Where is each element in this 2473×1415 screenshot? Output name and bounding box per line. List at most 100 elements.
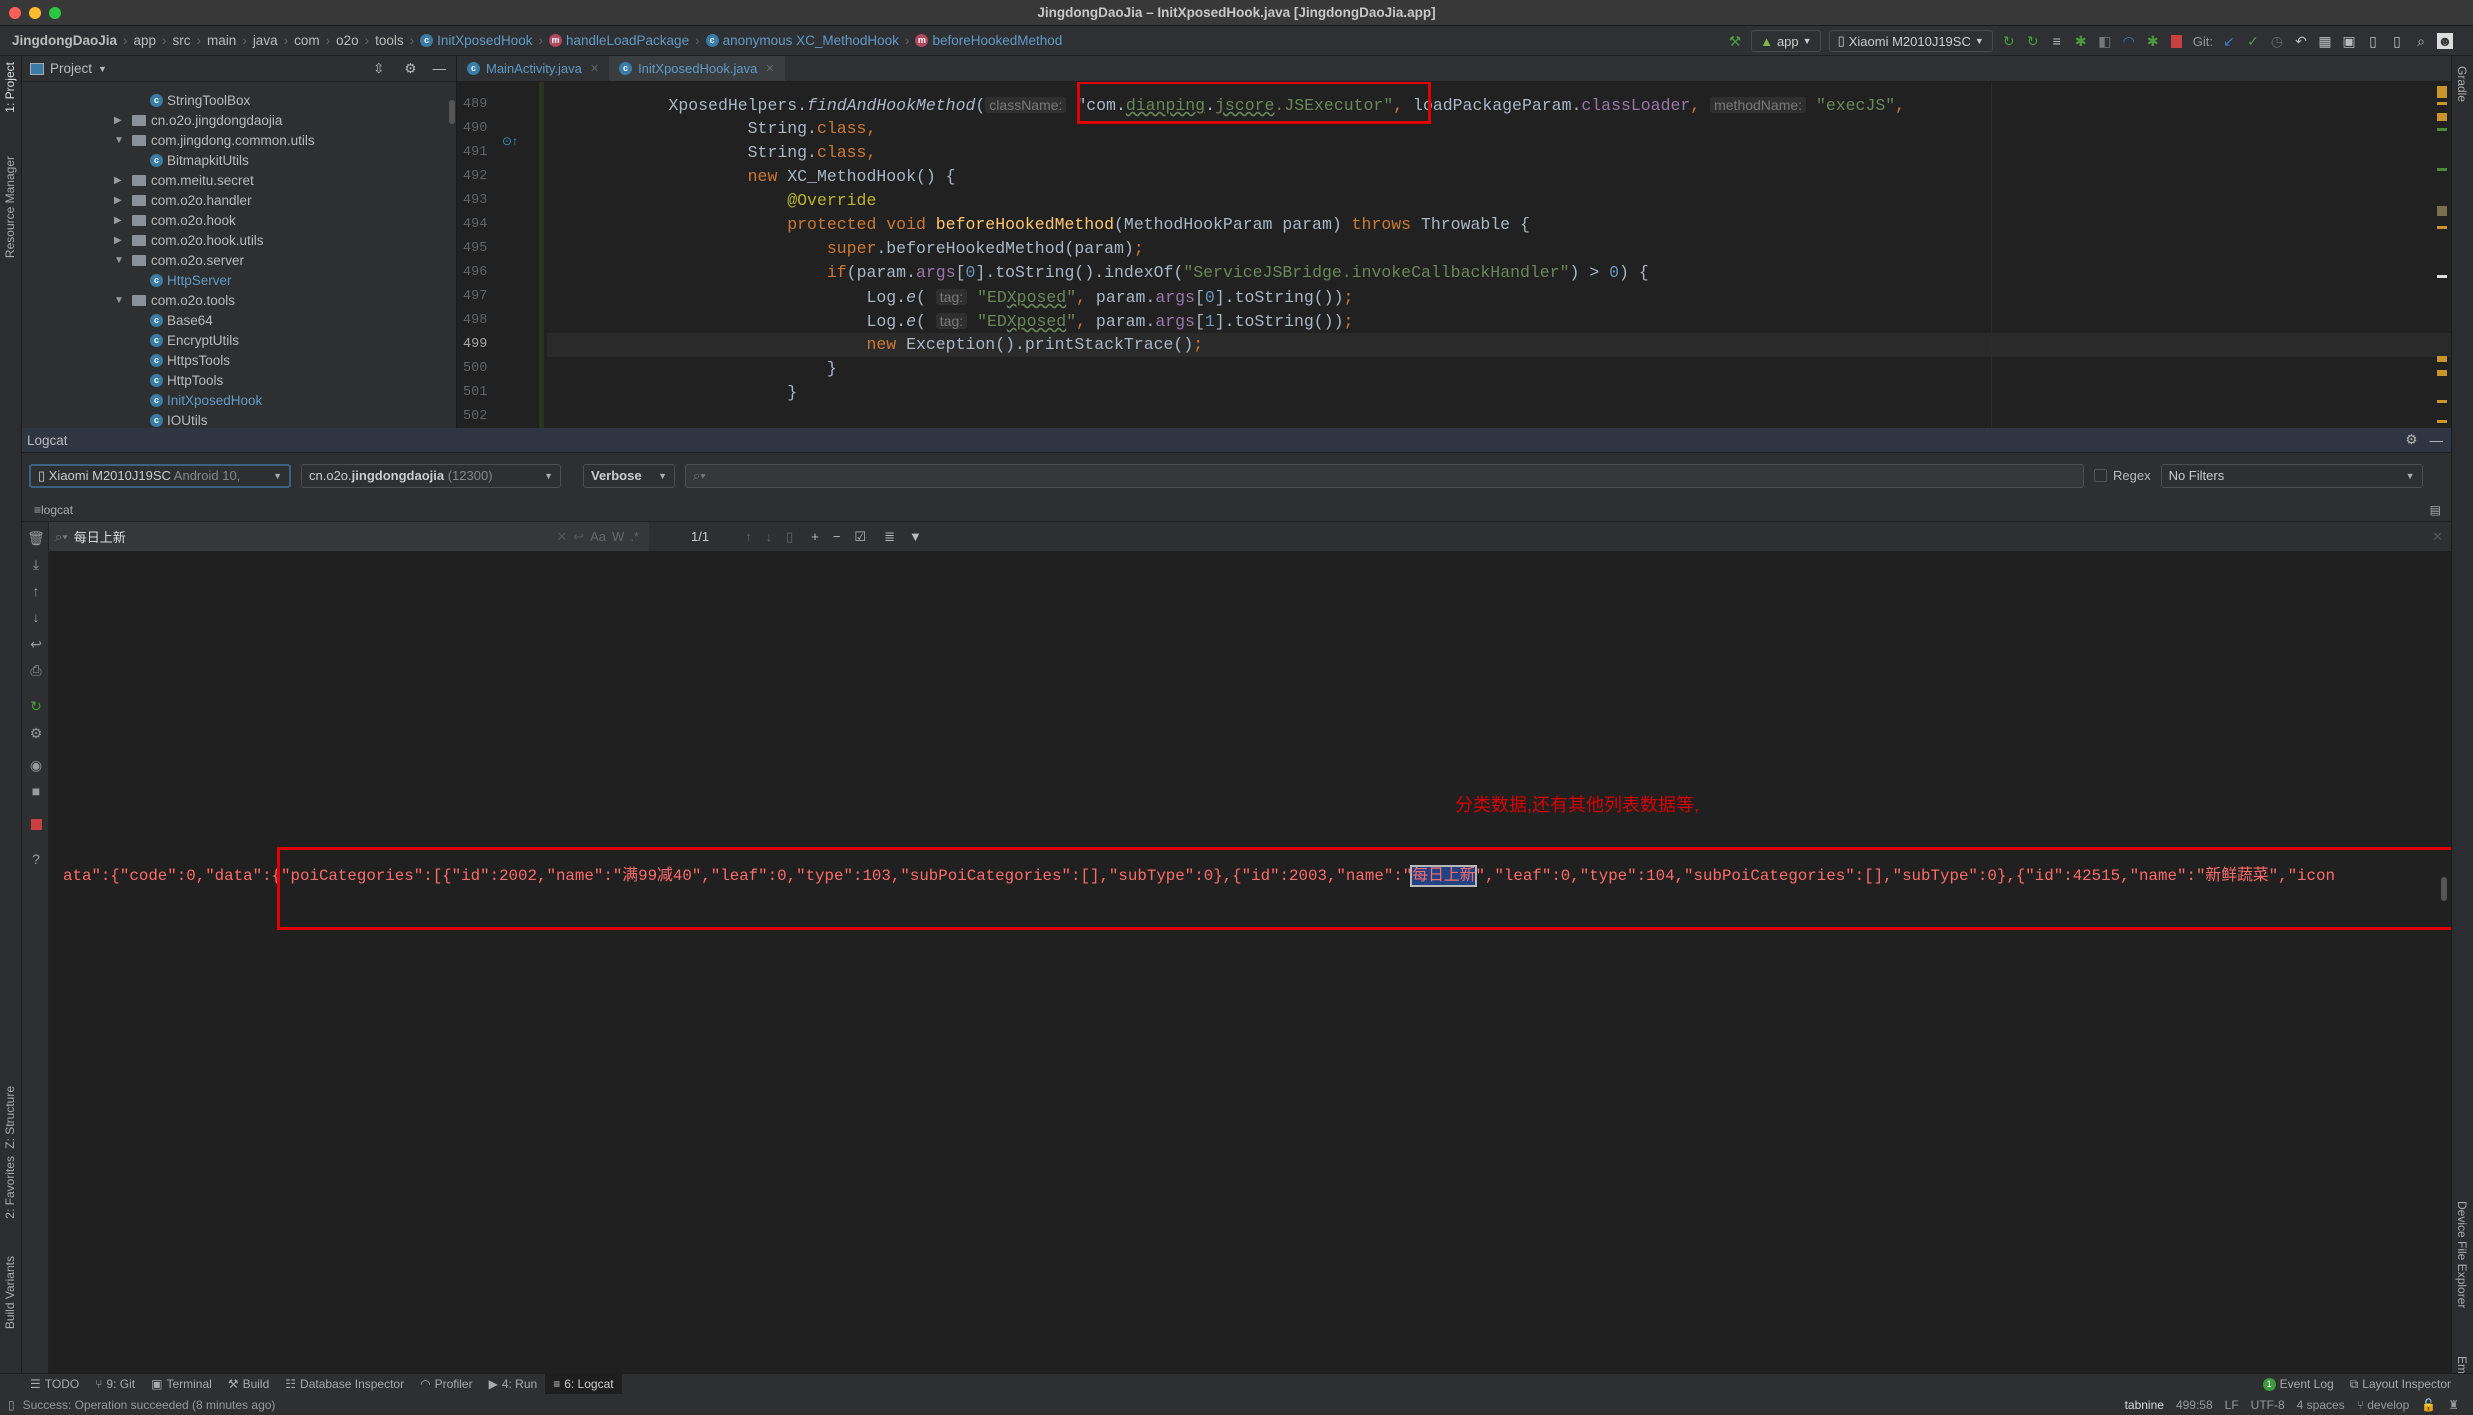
status-message[interactable]: Success: Operation succeeded (8 minutes … <box>23 1398 276 1412</box>
clear-icon[interactable]: ✕ <box>556 529 567 545</box>
next-match-icon[interactable]: ↓ <box>766 529 773 544</box>
project-tool-button[interactable]: 1: Project <box>3 62 17 113</box>
tab-mainactivity-java[interactable]: c MainActivity.java ✕ <box>457 56 609 81</box>
add-selection-icon[interactable]: + <box>811 529 819 544</box>
debug-icon[interactable]: ✱ <box>2073 33 2089 49</box>
video-icon[interactable]: ■ <box>27 782 45 800</box>
help-icon[interactable]: ? <box>27 850 45 868</box>
log-output[interactable]: 分类数据,还有其他列表数据等, ata":{"code":0,"data":{"… <box>49 551 2451 1373</box>
resource-manager-tool-button[interactable]: Resource Manager <box>3 156 17 258</box>
collapsed-arrow-icon[interactable]: ▶ <box>114 115 124 126</box>
device-file-explorer-tool-button[interactable]: Device File Explorer <box>2455 1201 2469 1308</box>
code-editor[interactable]: 489 490 491 492 493 494 495 496 497 498 499 500 501 5… <box>457 82 2451 428</box>
line-separator[interactable]: LF <box>2225 1398 2239 1412</box>
filter-dropdown[interactable]: No Filters ▼ <box>2160 463 2423 488</box>
collapsed-arrow-icon[interactable]: ▶ <box>114 175 124 186</box>
tree-item[interactable]: c EncryptUtils <box>150 330 239 350</box>
expanded-arrow-icon[interactable]: ▼ <box>114 295 124 306</box>
avd-manager-icon[interactable]: ▯ <box>2365 33 2381 49</box>
arrow-up-icon[interactable]: ↑ <box>27 582 45 600</box>
tab-initxposedhook-java[interactable]: c InitXposedHook.java ✕ <box>609 56 785 81</box>
soft-wrap-icon[interactable]: ↩ <box>27 635 45 653</box>
run-config-select[interactable]: ▲ app ▼ <box>1751 30 1821 52</box>
regex-checkbox[interactable] <box>2094 469 2107 482</box>
expanded-arrow-icon[interactable]: ▼ <box>114 135 124 146</box>
remove-selection-icon[interactable]: − <box>833 529 841 544</box>
tool-window-profiler[interactable]: ◠ Profiler <box>412 1374 481 1395</box>
attach-debugger-icon[interactable]: ◧ <box>2097 33 2113 49</box>
previous-match-icon[interactable]: ↑ <box>745 529 752 544</box>
breadcrumb-item[interactable]: c InitXposedHook <box>420 33 532 48</box>
inspector-icon[interactable]: ♜ <box>2448 1398 2459 1412</box>
tree-item[interactable]: c IOUtils <box>150 410 208 430</box>
tool-window-4-run[interactable]: ▶ 4: Run <box>481 1374 546 1395</box>
tree-item[interactable]: c StringToolBox <box>150 90 250 110</box>
rollback-icon[interactable]: ↶ <box>2293 33 2309 49</box>
collapsed-arrow-icon[interactable]: ▶ <box>114 195 124 206</box>
hide-panel-icon[interactable]: — <box>2430 433 2444 448</box>
tree-item[interactable]: c Base64 <box>150 310 213 330</box>
favorites-tool-button[interactable]: 2: Favorites <box>3 1156 17 1219</box>
close-tab-icon[interactable]: ✕ <box>765 62 774 75</box>
breadcrumb-item[interactable]: c anonymous XC_MethodHook <box>705 33 899 48</box>
gear-icon[interactable]: ⚙ <box>27 724 45 742</box>
tabnine-widget[interactable]: tabnine <box>2125 1398 2164 1412</box>
breadcrumb-item[interactable]: tools <box>375 33 404 48</box>
breadcrumb-item[interactable]: main <box>207 33 236 48</box>
arrow-down-icon[interactable]: ↓ <box>27 608 45 626</box>
restart-icon[interactable]: ↻ <box>27 697 45 715</box>
tool-window-9-git[interactable]: ⑂ 9: Git <box>87 1374 143 1395</box>
words-toggle[interactable]: W <box>612 529 624 544</box>
device-select[interactable]: ▯ Xiaomi M2010J19SC ▼ <box>1828 30 1993 52</box>
collapse-all-icon[interactable]: ⇳ <box>373 61 384 77</box>
tool-window-database-inspector[interactable]: ☷ Database Inspector <box>277 1374 412 1395</box>
gear-icon[interactable]: ⚙ <box>2405 432 2417 448</box>
apply-changes-icon[interactable]: ↻ <box>2001 33 2017 49</box>
hammer-icon[interactable]: ⚒ <box>1727 33 1743 49</box>
tree-item[interactable]: ▼ com.jingdong.common.utils <box>114 130 315 150</box>
apply-code-changes-icon[interactable]: ↻ <box>2025 33 2041 49</box>
tool-window-todo[interactable]: ☰ TODO <box>22 1374 87 1395</box>
select-all-occurrences-icon[interactable]: ▯ <box>786 529 793 545</box>
tree-item[interactable]: c HttpServer <box>150 270 232 290</box>
indent-setting[interactable]: 4 spaces <box>2297 1398 2345 1412</box>
filter-icon[interactable]: ▼ <box>909 529 922 544</box>
process-dropdown[interactable]: cn.o2o.jingdongdaojia (12300) ▼ <box>301 463 561 488</box>
breadcrumb-item[interactable]: java <box>253 33 278 48</box>
expanded-arrow-icon[interactable]: ▼ <box>114 255 124 266</box>
close-find-icon[interactable]: ✕ <box>2432 529 2443 545</box>
device-manager-icon[interactable]: ▯ <box>2389 33 2405 49</box>
tree-item[interactable]: ▶ com.o2o.hook <box>114 210 236 230</box>
breadcrumb-item[interactable]: o2o <box>336 33 359 48</box>
find-input[interactable]: ⌕▾ 每日上新 ✕ ↩ Aa W .* <box>49 522 649 551</box>
git-commit-icon[interactable]: ✓ <box>2245 33 2261 49</box>
gradle-tool-button[interactable]: Gradle <box>2455 66 2469 102</box>
breadcrumb-item[interactable]: app <box>134 33 157 48</box>
print-icon[interactable]: ⎙ <box>27 661 45 679</box>
tree-item[interactable]: c InitXposedHook <box>150 390 262 410</box>
tree-item[interactable]: ▼ com.o2o.tools <box>114 290 235 310</box>
breadcrumb-item[interactable]: m beforeHookedMethod <box>915 33 1062 48</box>
tool-window-terminal[interactable]: ▣ Terminal <box>143 1374 220 1395</box>
tree-item[interactable]: ▼ com.o2o.server <box>114 250 244 270</box>
project-structure-icon[interactable]: ▦ <box>2317 33 2333 49</box>
new-line-icon[interactable]: ↩ <box>573 529 584 545</box>
profile-icon[interactable]: ◠ <box>2121 33 2137 49</box>
tree-item[interactable]: c BitmapkitUtils <box>150 150 249 170</box>
structure-tool-button[interactable]: Z: Structure <box>3 1086 17 1149</box>
tree-item[interactable]: ▶ cn.o2o.jingdongdaojia <box>114 110 282 130</box>
sdk-manager-icon[interactable]: ▣ <box>2341 33 2357 49</box>
collapsed-arrow-icon[interactable]: ▶ <box>114 215 124 226</box>
git-history-icon[interactable]: ◷ <box>2269 33 2285 49</box>
filter-options-icon[interactable]: ≣ <box>884 529 895 545</box>
close-tab-icon[interactable]: ✕ <box>590 62 599 75</box>
hide-panel-icon[interactable]: — <box>433 61 447 76</box>
debug-attach-icon[interactable]: ✱ <box>2145 33 2161 49</box>
camera-icon[interactable]: ◉ <box>27 756 45 774</box>
layout-options-icon[interactable]: ▤ <box>2430 503 2441 517</box>
git-update-icon[interactable]: ↙ <box>2221 33 2237 49</box>
collapsed-arrow-icon[interactable]: ▶ <box>114 235 124 246</box>
breadcrumb-item[interactable]: m handleLoadPackage <box>548 33 689 48</box>
regex-toggle[interactable]: .* <box>630 529 639 544</box>
logcat-tab[interactable]: ≡ logcat ▤ <box>22 498 2451 522</box>
